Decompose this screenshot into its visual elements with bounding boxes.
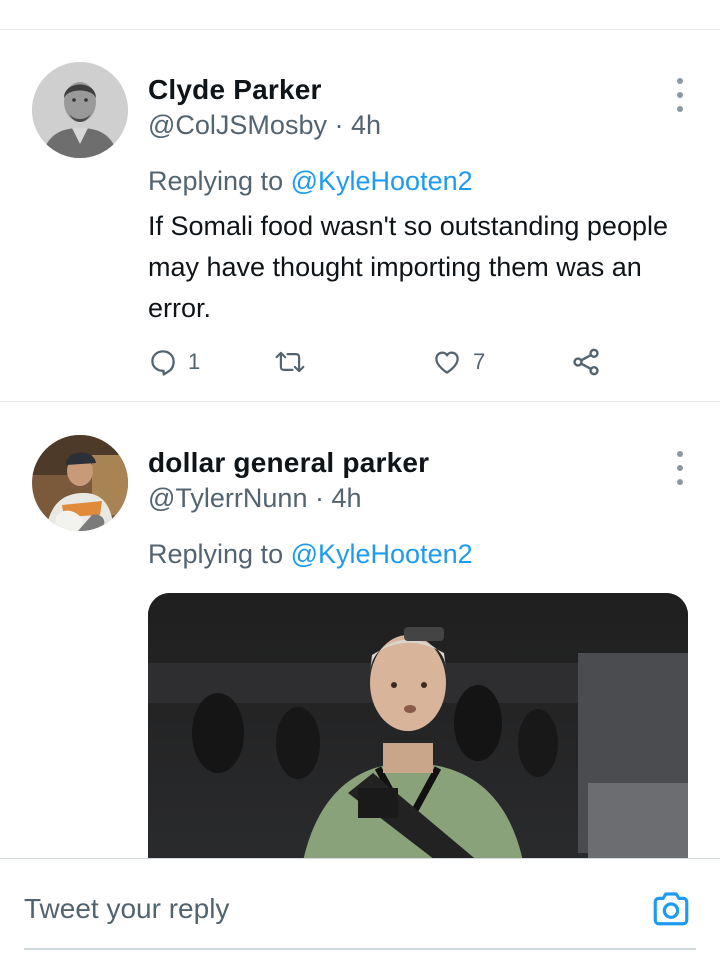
timestamp[interactable]: 4h <box>351 110 381 140</box>
mention-link[interactable]: @KyleHooten2 <box>291 539 473 569</box>
retweet-icon <box>275 351 305 373</box>
like-button[interactable]: 7 <box>431 342 485 382</box>
tweet-media-image[interactable] <box>148 593 688 858</box>
camera-icon <box>653 892 689 926</box>
timestamp[interactable]: 4h <box>332 483 362 513</box>
input-underline <box>24 948 696 950</box>
reply-count: 1 <box>188 349 201 374</box>
display-name[interactable]: dollar general parker <box>148 447 429 479</box>
more-options-icon[interactable] <box>672 451 688 485</box>
more-options-icon[interactable] <box>672 78 688 112</box>
share-icon <box>573 348 599 376</box>
camera-button[interactable] <box>650 887 692 929</box>
like-count: 7 <box>473 349 486 374</box>
handle-line: @ColJSMosby · 4h <box>148 110 381 141</box>
separator: · <box>314 483 324 513</box>
handle-line: @TylerrNunn · 4h <box>148 483 362 514</box>
replying-prefix: Replying to <box>148 539 284 569</box>
tweet-actions: 1 7 <box>148 342 618 382</box>
handle[interactable]: @ColJSMosby <box>148 110 327 140</box>
handle[interactable]: @TylerrNunn <box>148 483 307 513</box>
share-button[interactable] <box>570 342 602 382</box>
reply-input[interactable]: Tweet your reply <box>24 893 229 925</box>
reply-composer: Tweet your reply <box>0 858 720 960</box>
replying-to: Replying to @KyleHooten2 <box>148 539 473 570</box>
display-name[interactable]: Clyde Parker <box>148 74 322 106</box>
tweet-2[interactable]: dollar general parker @TylerrNunn · 4h R… <box>0 403 720 858</box>
tweet-text: If Somali food wasn't so outstanding peo… <box>148 211 668 323</box>
replying-prefix: Replying to <box>148 166 284 196</box>
speech-bubble-icon <box>151 350 175 376</box>
heart-icon <box>435 351 459 374</box>
avatar[interactable] <box>32 62 128 158</box>
mention-link[interactable]: @KyleHooten2 <box>291 166 473 196</box>
reply-button[interactable]: 1 <box>148 342 200 382</box>
avatar[interactable] <box>32 435 128 531</box>
replying-to: Replying to @KyleHooten2 <box>148 166 473 197</box>
separator: · <box>334 110 344 140</box>
tweet-1[interactable]: Clyde Parker @ColJSMosby · 4h Replying t… <box>0 30 720 402</box>
retweet-button[interactable] <box>273 342 307 382</box>
